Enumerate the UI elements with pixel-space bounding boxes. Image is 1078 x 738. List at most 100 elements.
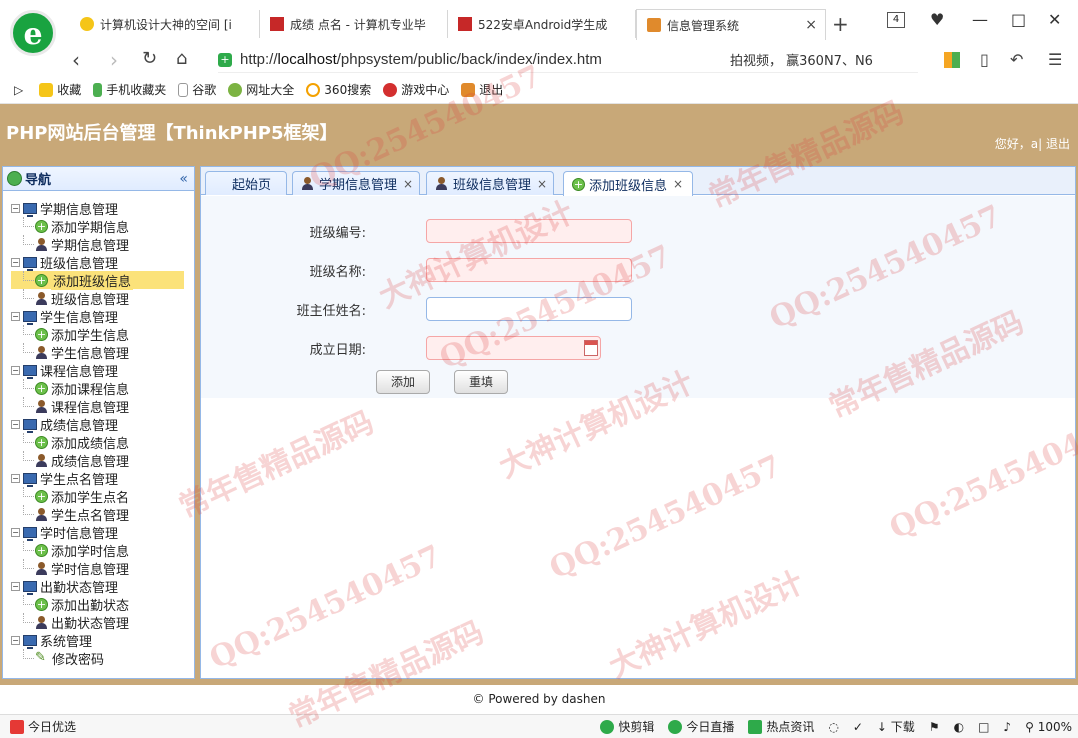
- tab-class-management[interactable]: 班级信息管理 ×: [426, 171, 554, 195]
- class-name-input[interactable]: [426, 258, 632, 282]
- menu-icon[interactable]: ☰: [1048, 50, 1062, 69]
- sidebar-group[interactable]: − 学生信息管理: [11, 307, 194, 326]
- collapse-toggle-icon[interactable]: −: [11, 635, 20, 645]
- sidebar-item[interactable]: + 添加班级信息: [11, 270, 184, 290]
- browser-logo[interactable]: e: [10, 10, 56, 56]
- sidebar-group[interactable]: − 班级信息管理: [11, 253, 194, 272]
- status-item[interactable]: ◐: [954, 720, 964, 734]
- collapse-icon[interactable]: «: [179, 171, 188, 187]
- sidebar-group-label: 成绩信息管理: [40, 418, 119, 434]
- daily-pick[interactable]: 今日优选: [10, 718, 76, 735]
- sidebar-item[interactable]: + 添加成绩信息: [11, 433, 194, 452]
- collapse-toggle-icon[interactable]: −: [11, 527, 20, 537]
- sidebar-item[interactable]: + 添加出勤状态: [11, 595, 194, 614]
- sidebar-item[interactable]: 成绩信息管理: [11, 451, 194, 470]
- close-window-icon[interactable]: ✕: [1048, 10, 1061, 29]
- status-item[interactable]: 快剪辑: [600, 718, 654, 735]
- close-icon[interactable]: ×: [403, 177, 413, 191]
- sidebar-group[interactable]: − 课程信息管理: [11, 361, 194, 380]
- favorite-item[interactable]: 游戏中心: [383, 81, 449, 98]
- sidebar-item[interactable]: 班级信息管理: [11, 289, 194, 308]
- reset-button[interactable]: 重填: [454, 370, 508, 394]
- apps-icon[interactable]: [944, 52, 960, 68]
- submit-button[interactable]: 添加: [376, 370, 430, 394]
- tab-add-class[interactable]: + 添加班级信息 ×: [563, 171, 693, 196]
- sidebar-item[interactable]: + 添加学生点名: [11, 487, 194, 506]
- sidebar-toggle-icon[interactable]: ▷: [14, 83, 23, 97]
- favorite-item[interactable]: 收藏: [39, 81, 81, 98]
- sidebar-item[interactable]: 学期信息管理: [11, 235, 194, 254]
- browser-tab-1[interactable]: 计算机设计大神的空间 [i: [70, 10, 260, 38]
- sidebar-item[interactable]: + 添加学时信息: [11, 541, 194, 560]
- status-item[interactable]: ◌: [828, 720, 838, 734]
- forward-icon[interactable]: ›: [110, 48, 118, 72]
- sidebar-group[interactable]: − 学生点名管理: [11, 469, 194, 488]
- collapse-toggle-icon[interactable]: −: [11, 203, 20, 213]
- collapse-toggle-icon[interactable]: −: [11, 473, 20, 483]
- sidebar-group-label: 学生信息管理: [40, 310, 119, 326]
- favorite-item[interactable]: 退出: [461, 81, 503, 98]
- favorite-item[interactable]: 谷歌: [178, 81, 216, 98]
- browser-tab-active[interactable]: 信息管理系统 ×: [636, 9, 826, 40]
- close-icon[interactable]: ×: [537, 177, 547, 191]
- sidebar-item[interactable]: 出勤状态管理: [11, 613, 194, 632]
- close-tab-icon[interactable]: ×: [805, 17, 817, 33]
- back-icon[interactable]: ‹: [72, 48, 80, 72]
- url-field[interactable]: + http://localhost/phpsystem/public/back…: [218, 47, 918, 73]
- sidebar-item[interactable]: 学生信息管理: [11, 343, 194, 362]
- sidebar-item[interactable]: + 添加学期信息: [11, 217, 194, 236]
- minimize-icon[interactable]: —: [972, 10, 988, 29]
- new-tab-icon[interactable]: +: [832, 12, 849, 36]
- status-item[interactable]: 今日直播: [668, 718, 734, 735]
- status-item[interactable]: 热点资讯: [748, 718, 814, 735]
- status-item[interactable]: □: [978, 720, 989, 734]
- sidebar-group[interactable]: − 学期信息管理: [11, 199, 194, 218]
- collapse-toggle-icon[interactable]: −: [11, 257, 20, 267]
- reload-icon[interactable]: ↻: [142, 48, 157, 69]
- teacher-input[interactable]: [426, 297, 632, 321]
- sidebar-item[interactable]: + 添加课程信息: [11, 379, 194, 398]
- sidebar-item[interactable]: 学生点名管理: [11, 505, 194, 524]
- favorite-item[interactable]: 手机收藏夹: [93, 81, 166, 98]
- tab-home[interactable]: 起始页: [205, 171, 287, 195]
- home-icon[interactable]: ⌂: [176, 48, 187, 69]
- search-icon: [306, 82, 321, 97]
- collapse-toggle-icon[interactable]: −: [11, 581, 20, 591]
- sidebar-item[interactable]: 学时信息管理: [11, 559, 194, 578]
- sidebar-group[interactable]: − 成绩信息管理: [11, 415, 194, 434]
- logout-link[interactable]: 退出: [1046, 137, 1070, 151]
- favorite-item[interactable]: 360搜索: [306, 81, 371, 98]
- status-item[interactable]: ✓: [853, 720, 863, 734]
- maximize-icon[interactable]: □: [1011, 10, 1026, 29]
- favorite-item[interactable]: 网址大全: [228, 81, 294, 98]
- search-suggestion[interactable]: 拍视频， 赢360N7、N6: [730, 50, 873, 69]
- add-class-form: 班级编号: 班级名称: 班主任姓名: 成立日期: 添加 重填: [201, 196, 1075, 398]
- calendar-icon[interactable]: [584, 340, 598, 356]
- browser-tab-3[interactable]: 522安卓Android学生成: [448, 10, 636, 38]
- collapse-toggle-icon[interactable]: −: [11, 311, 20, 321]
- sidebar-group[interactable]: − 系统管理: [11, 631, 194, 650]
- tab-term-management[interactable]: 学期信息管理 ×: [292, 171, 420, 195]
- browser-tab-2[interactable]: 成绩 点名 - 计算机专业毕: [260, 10, 448, 38]
- app-title: PHP网站后台管理【ThinkPHP5框架】: [6, 123, 338, 144]
- add-icon: +: [35, 543, 48, 557]
- status-item[interactable]: ⚑: [929, 720, 940, 734]
- sidebar-item[interactable]: ✎ 修改密码: [11, 649, 194, 668]
- phone-icon[interactable]: ▯: [980, 50, 989, 69]
- collapse-toggle-icon[interactable]: −: [11, 365, 20, 375]
- sidebar-group[interactable]: − 出勤状态管理: [11, 577, 194, 596]
- skin-icon[interactable]: ♥: [930, 10, 944, 29]
- class-no-input[interactable]: [426, 219, 632, 243]
- collapse-toggle-icon[interactable]: −: [11, 419, 20, 429]
- sidebar-item[interactable]: 课程信息管理: [11, 397, 194, 416]
- sidebar-group[interactable]: − 学时信息管理: [11, 523, 194, 542]
- date-field[interactable]: [426, 336, 601, 360]
- sidebar-item-label: 学生点名管理: [51, 508, 130, 524]
- download-item[interactable]: ↓ 下载: [877, 718, 915, 735]
- close-icon[interactable]: ×: [673, 177, 683, 191]
- undo-icon[interactable]: ↶: [1010, 50, 1023, 69]
- zoom-level[interactable]: ⚲ 100%: [1025, 720, 1072, 734]
- status-item[interactable]: ♪: [1003, 720, 1011, 734]
- tab-count-badge[interactable]: 4: [887, 12, 905, 28]
- sidebar-item[interactable]: + 添加学生信息: [11, 325, 194, 344]
